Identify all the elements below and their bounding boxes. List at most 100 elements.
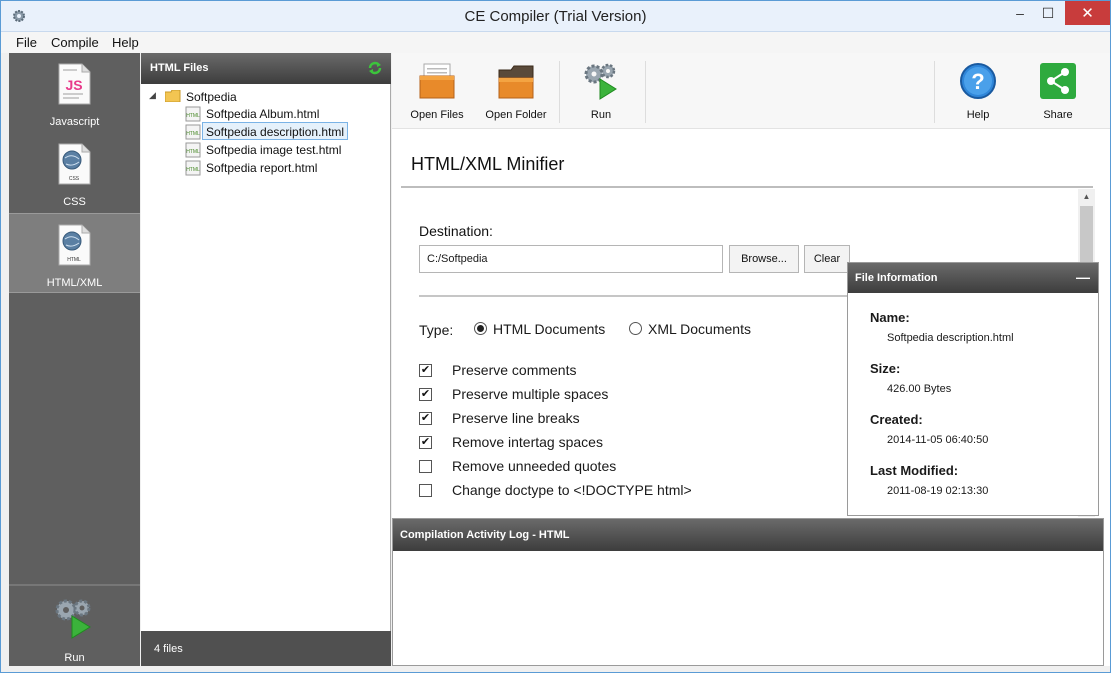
run-gears-icon bbox=[55, 599, 91, 639]
title-bar: CE Compiler (Trial Version) – ☐ ✕ bbox=[1, 1, 1110, 32]
close-button[interactable]: ✕ bbox=[1065, 1, 1110, 25]
help-icon: ? bbox=[960, 63, 996, 99]
html-files-title: HTML Files bbox=[150, 62, 209, 74]
html-file-glyph: HTML bbox=[186, 131, 200, 137]
option-label[interactable]: Preserve comments bbox=[452, 362, 576, 378]
tree-file-item-selected[interactable]: Softpedia description.html bbox=[202, 122, 349, 140]
nav-css-label: CSS bbox=[63, 196, 86, 208]
menu-file[interactable]: File bbox=[16, 35, 37, 50]
destination-input[interactable]: C:/Softpedia bbox=[419, 245, 723, 273]
html-file-glyph: HTML bbox=[186, 113, 200, 119]
scroll-up-arrow[interactable]: ▲ bbox=[1078, 189, 1095, 205]
javascript-file-icon: JS bbox=[58, 63, 91, 105]
tree-file-item[interactable]: Softpedia image test.html bbox=[206, 141, 341, 159]
html-file-icon: HTML bbox=[58, 224, 91, 266]
refresh-icon[interactable] bbox=[367, 60, 383, 76]
js-glyph: JS bbox=[65, 77, 82, 93]
file-information-title: File Information bbox=[855, 272, 938, 284]
menu-bar: File Compile Help bbox=[1, 32, 1110, 53]
file-count-footer: 4 files bbox=[141, 631, 391, 666]
left-nav: JS Javascript CSS CSS HTML HTML/XML Run bbox=[9, 53, 140, 666]
radio-xml-documents[interactable] bbox=[629, 322, 642, 335]
toolbar: Open Files Open Folder Run ? Help Share bbox=[392, 53, 1110, 129]
option-label[interactable]: Preserve multiple spaces bbox=[452, 386, 608, 402]
html-file-glyph: HTML bbox=[186, 149, 200, 155]
nav-html-xml[interactable]: HTML HTML/XML bbox=[9, 213, 140, 293]
nav-html-label: HTML/XML bbox=[46, 277, 103, 289]
file-information-panel: File Information — Name: Softpedia descr… bbox=[847, 262, 1099, 516]
help-label: Help bbox=[966, 109, 990, 121]
radio-xml-label[interactable]: XML Documents bbox=[648, 321, 751, 337]
browse-button[interactable]: Browse... bbox=[729, 245, 799, 273]
last-modified-value: 2011-08-19 02:13:30 bbox=[887, 485, 989, 497]
collapse-button[interactable]: — bbox=[1076, 269, 1090, 285]
css-file-icon: CSS bbox=[58, 143, 91, 185]
open-files-icon bbox=[419, 63, 455, 99]
share-button[interactable]: Share bbox=[1025, 59, 1091, 125]
open-files-label: Open Files bbox=[410, 109, 464, 121]
option-label[interactable]: Remove unneeded quotes bbox=[452, 458, 616, 474]
size-label: Size: bbox=[870, 361, 901, 376]
share-label: Share bbox=[1043, 109, 1073, 121]
toolbar-separator bbox=[934, 61, 935, 123]
folder-icon bbox=[165, 90, 181, 102]
tree-collapse-arrow[interactable]: ◢ bbox=[149, 90, 156, 101]
nav-css[interactable]: CSS CSS bbox=[9, 133, 140, 213]
file-information-header: File Information — bbox=[848, 263, 1098, 293]
tree-file-item[interactable]: Softpedia report.html bbox=[206, 159, 317, 177]
html-file-icon: HTML bbox=[185, 106, 201, 122]
scroll-thumb[interactable] bbox=[1080, 206, 1093, 266]
html-files-header: HTML Files bbox=[141, 53, 391, 84]
size-value: 426.00 Bytes bbox=[887, 383, 952, 395]
help-button[interactable]: ? Help bbox=[945, 59, 1011, 125]
destination-divider bbox=[419, 295, 849, 297]
minimize-button[interactable]: – bbox=[1005, 1, 1035, 25]
share-icon bbox=[1040, 63, 1076, 99]
open-folder-icon bbox=[498, 65, 534, 99]
tree-file-item[interactable]: Softpedia Album.html bbox=[206, 105, 319, 123]
menu-help[interactable]: Help bbox=[112, 35, 139, 50]
option-label[interactable]: Preserve line breaks bbox=[452, 410, 580, 426]
checkbox-preserve-line-breaks[interactable]: ✔ bbox=[419, 412, 432, 425]
menu-compile[interactable]: Compile bbox=[51, 35, 99, 50]
radio-html-label[interactable]: HTML Documents bbox=[493, 321, 605, 337]
created-value: 2014-11-05 06:40:50 bbox=[887, 434, 989, 446]
run-gears-icon bbox=[584, 63, 617, 100]
compilation-log-panel: Compilation Activity Log - HTML bbox=[392, 518, 1104, 666]
html-file-icon: HTML bbox=[185, 124, 201, 140]
run-button[interactable]: Run bbox=[566, 59, 636, 125]
nav-run-button[interactable]: Run bbox=[9, 584, 140, 666]
radio-html-documents[interactable] bbox=[474, 322, 487, 335]
title-divider bbox=[401, 186, 1093, 188]
nav-javascript-label: Javascript bbox=[49, 116, 100, 128]
html-file-icon: HTML bbox=[185, 142, 201, 158]
open-files-button[interactable]: Open Files bbox=[402, 59, 472, 125]
html-file-icon: HTML bbox=[185, 160, 201, 176]
run-label: Run bbox=[590, 109, 612, 121]
nav-javascript[interactable]: JS Javascript bbox=[9, 53, 140, 133]
checkbox-preserve-multiple-spaces[interactable]: ✔ bbox=[419, 388, 432, 401]
destination-label: Destination: bbox=[419, 223, 493, 239]
html-files-panel: HTML Files ◢ Softpedia HTML Softpedia Al… bbox=[141, 53, 391, 666]
name-label: Name: bbox=[870, 310, 910, 325]
app-window: CE Compiler (Trial Version) – ☐ ✕ File C… bbox=[0, 0, 1111, 673]
checkbox-preserve-comments[interactable]: ✔ bbox=[419, 364, 432, 377]
window-title: CE Compiler (Trial Version) bbox=[464, 8, 647, 25]
open-folder-button[interactable]: Open Folder bbox=[480, 59, 552, 125]
compilation-log-header: Compilation Activity Log - HTML bbox=[393, 519, 1103, 551]
option-label[interactable]: Remove intertag spaces bbox=[452, 434, 603, 450]
maximize-button[interactable]: ☐ bbox=[1033, 1, 1063, 25]
checkbox-remove-intertag-spaces[interactable]: ✔ bbox=[419, 436, 432, 449]
name-value: Softpedia description.html bbox=[887, 332, 1014, 344]
svg-text:?: ? bbox=[971, 69, 984, 94]
html-file-glyph: HTML bbox=[186, 167, 200, 173]
clear-button[interactable]: Clear bbox=[804, 245, 850, 273]
checkbox-remove-unneeded-quotes[interactable] bbox=[419, 460, 432, 473]
html-glyph: HTML bbox=[67, 257, 81, 263]
toolbar-separator bbox=[645, 61, 646, 123]
checkbox-change-doctype[interactable] bbox=[419, 484, 432, 497]
toolbar-separator bbox=[559, 61, 560, 123]
tree-folder-softpedia[interactable]: Softpedia bbox=[186, 88, 237, 106]
css-glyph: CSS bbox=[69, 176, 80, 182]
option-label[interactable]: Change doctype to <!DOCTYPE html> bbox=[452, 482, 692, 498]
